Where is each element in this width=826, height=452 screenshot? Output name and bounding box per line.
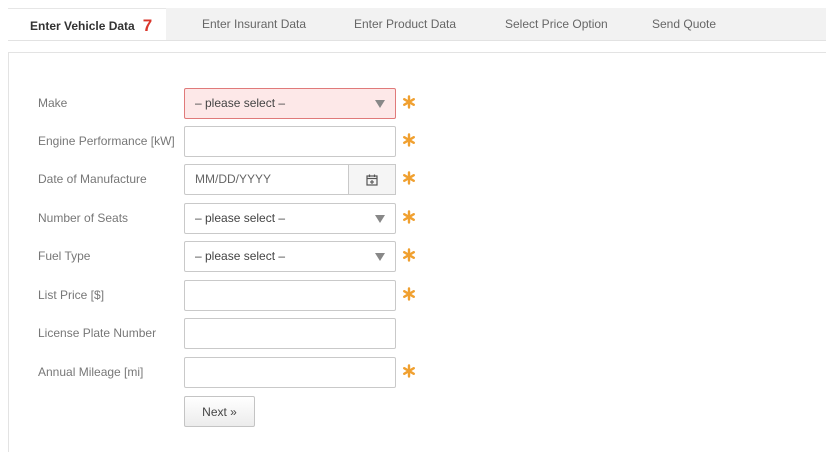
list-price-input[interactable] <box>184 280 396 311</box>
asterisk-icon <box>403 287 416 301</box>
number-of-seats-select[interactable]: – please select – <box>184 203 396 234</box>
tab-counter: 7 <box>142 16 153 35</box>
number-of-seats-label: Number of Seats <box>38 211 129 225</box>
wizard-tabs: Enter Vehicle Data 7 Enter Insurant Data … <box>8 8 826 41</box>
number-of-seats-value: – please select – <box>195 211 286 225</box>
asterisk-icon <box>403 364 416 378</box>
fuel-type-row: Fuel Type – please select – <box>9 241 826 272</box>
annual-mileage-input[interactable] <box>184 357 396 388</box>
vehicle-data-form: Make – please select – Engine Performanc… <box>8 52 826 452</box>
date-of-manufacture-row: Date of Manufacture MM/DD/YYYY <box>9 164 826 195</box>
next-button[interactable]: Next » <box>184 396 255 427</box>
tab-label: Enter Vehicle Data <box>30 19 135 33</box>
date-of-manufacture-label: Date of Manufacture <box>38 172 147 186</box>
license-plate-number-label: License Plate Number <box>38 326 157 340</box>
chevron-down-icon <box>375 100 385 108</box>
calendar-icon <box>366 174 378 186</box>
make-row: Make – please select – <box>9 88 826 119</box>
asterisk-icon <box>403 133 416 147</box>
tab-enter-vehicle-data[interactable]: Enter Vehicle Data 7 <box>8 8 166 40</box>
license-plate-number-input[interactable] <box>184 318 396 349</box>
tab-send-quote[interactable]: Send Quote <box>652 8 716 40</box>
asterisk-icon <box>403 210 416 224</box>
number-of-seats-row: Number of Seats – please select – <box>9 203 826 234</box>
tab-enter-product-data[interactable]: Enter Product Data <box>354 8 456 40</box>
annual-mileage-row: Annual Mileage [mi] <box>9 357 826 388</box>
list-price-label: List Price [$] <box>38 288 105 302</box>
chevron-down-icon <box>375 253 385 261</box>
fuel-type-label: Fuel Type <box>38 249 91 263</box>
open-datepicker-button[interactable] <box>349 164 396 195</box>
date-of-manufacture-input[interactable]: MM/DD/YYYY <box>184 164 349 195</box>
make-select[interactable]: – please select – <box>184 88 396 119</box>
chevron-down-icon <box>375 215 385 223</box>
make-label: Make <box>38 96 68 110</box>
tab-select-price-option[interactable]: Select Price Option <box>505 8 608 40</box>
asterisk-icon <box>403 95 416 109</box>
annual-mileage-label: Annual Mileage [mi] <box>38 365 144 379</box>
license-plate-number-row: License Plate Number <box>9 318 826 349</box>
asterisk-icon <box>403 248 416 262</box>
fuel-type-select[interactable]: – please select – <box>184 241 396 272</box>
engine-performance-input[interactable] <box>184 126 396 157</box>
engine-performance-row: Engine Performance [kW] <box>9 126 826 157</box>
make-select-value: – please select – <box>195 96 286 110</box>
asterisk-icon <box>403 171 416 185</box>
tab-enter-insurant-data[interactable]: Enter Insurant Data <box>202 8 306 40</box>
list-price-row: List Price [$] <box>9 280 826 311</box>
fuel-type-value: – please select – <box>195 249 286 263</box>
engine-performance-label: Engine Performance [kW] <box>38 134 175 148</box>
